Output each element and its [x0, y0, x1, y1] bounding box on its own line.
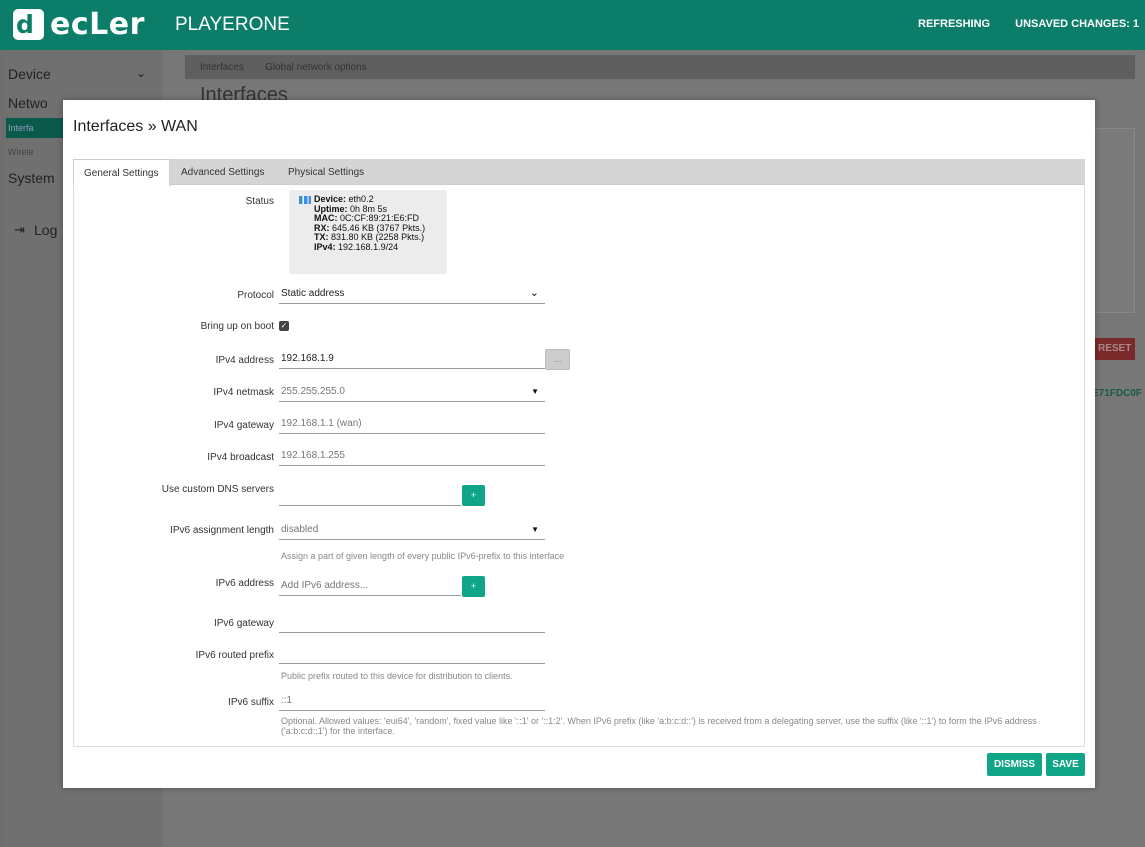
ipv6-gateway-label: IPv6 gateway: [213, 618, 274, 629]
tab-interfaces[interactable]: Interfaces: [200, 62, 244, 73]
sidebar-item-device[interactable]: Device: [8, 66, 51, 82]
tab-advanced-settings[interactable]: Advanced Settings: [171, 159, 274, 185]
status-rx: 645.46 KB (3767 Pkts.): [332, 222, 426, 233]
ipv4-gateway-input[interactable]: 192.168.1.1 (wan): [279, 416, 545, 434]
status-box: Device: eth0.2 Uptime: 0h 8m 5s MAC: 0C:…: [289, 190, 447, 274]
status-uptime: 0h 8m 5s: [350, 203, 388, 214]
ipv4-netmask-value: 255.255.255.0: [281, 386, 345, 397]
protocol-select[interactable]: Static address ⌄: [279, 286, 545, 304]
ipv4-netmask-label: IPv4 netmask: [213, 387, 274, 398]
bg-tabbar: Interfaces Global network options: [185, 55, 1135, 79]
ipv6-address-label: IPv6 address: [215, 578, 274, 589]
chevron-down-icon[interactable]: ⌄: [136, 66, 146, 80]
ipv6-gateway-input[interactable]: [279, 615, 545, 633]
status-rx-label: RX:: [314, 222, 330, 233]
ecler-logo[interactable]: d ecLer: [13, 9, 145, 40]
custom-dns-input[interactable]: [279, 488, 461, 506]
ipv6-assignment-length-label: IPv6 assignment length: [170, 525, 274, 536]
modal-tabbar: General Settings Advanced Settings Physi…: [73, 159, 1085, 186]
protocol-value: Static address: [281, 288, 345, 299]
bring-up-on-boot-checkbox[interactable]: ✓: [279, 321, 289, 331]
ipv6-routed-prefix-description: Public prefix routed to this device for …: [281, 671, 513, 681]
ipv4-broadcast-label: IPv4 broadcast: [207, 452, 274, 463]
logout-icon[interactable]: ⇥: [14, 222, 25, 238]
ipv6-suffix-description: Optional. Allowed values: 'eui64', 'rand…: [281, 716, 1037, 736]
caret-down-icon: ▼: [531, 525, 539, 534]
ethernet-port-icon: [299, 196, 311, 204]
ipv6-routed-prefix-input[interactable]: [279, 646, 545, 664]
status-label: Status: [245, 196, 274, 207]
logo-text: ecLer: [50, 7, 145, 42]
top-bar: d ecLer PLAYERONE REFRESHING UNSAVED CHA…: [0, 0, 1145, 50]
status-tx-label: TX:: [314, 232, 329, 243]
status-mac: 0C:CF:89:21:E6:FD: [340, 213, 420, 224]
status-ipv4: 192.168.1.9/24: [338, 241, 399, 252]
interface-edit-modal: Interfaces » WAN General Settings Advanc…: [63, 100, 1095, 788]
ipv4-address-label: IPv4 address: [215, 355, 274, 366]
ipv6-assignment-length-select[interactable]: disabled ▼: [279, 522, 545, 540]
protocol-label: Protocol: [237, 290, 274, 301]
add-ipv6-address-button[interactable]: +: [462, 576, 485, 597]
tab-global-network-options[interactable]: Global network options: [265, 62, 367, 73]
status-ipv4-label: IPv4:: [314, 241, 336, 252]
general-settings-panel: Status Device: eth0.2 Uptime: 0h 8m 5s M…: [73, 185, 1085, 747]
ipv4-broadcast-input[interactable]: 192.168.1.255: [279, 448, 545, 466]
status-tx: 831.80 KB (2258 Pkts.): [331, 232, 425, 243]
app-title: PLAYERONE: [175, 14, 290, 35]
ipv6-suffix-label: IPv6 suffix: [228, 697, 274, 708]
refreshing-indicator[interactable]: REFRESHING: [918, 18, 990, 30]
ipv6-assignment-length-value: disabled: [281, 524, 319, 535]
status-uptime-label: Uptime:: [314, 203, 348, 214]
bg-hex-text: E71FDC0F: [1092, 388, 1143, 399]
dismiss-button[interactable]: DISMISS: [987, 753, 1042, 776]
tab-physical-settings[interactable]: Physical Settings: [278, 159, 374, 185]
ipv4-netmask-select[interactable]: 255.255.255.0 ▼: [279, 384, 545, 402]
sidebar-item-system[interactable]: System: [8, 170, 55, 186]
custom-dns-label: Use custom DNS servers: [161, 484, 274, 495]
logo-mark-icon: d: [13, 9, 44, 40]
sidebar-item-wireless[interactable]: Wirele: [8, 147, 34, 157]
caret-down-icon: ▼: [531, 387, 539, 396]
status-mac-label: MAC:: [314, 213, 338, 224]
sidebar-item-network[interactable]: Netwo: [8, 95, 48, 111]
ipv4-address-more-button[interactable]: ...: [545, 349, 570, 370]
ipv6-routed-prefix-label: IPv6 routed prefix: [195, 650, 274, 661]
tab-general-settings[interactable]: General Settings: [73, 159, 170, 186]
ipv4-address-input[interactable]: 192.168.1.9: [279, 351, 545, 369]
ipv6-suffix-input[interactable]: ::1: [279, 693, 545, 711]
chevron-down-icon: ⌄: [529, 287, 539, 299]
sidebar-item-logout[interactable]: Log: [34, 222, 57, 238]
save-button[interactable]: SAVE: [1046, 753, 1085, 776]
unsaved-changes-indicator[interactable]: UNSAVED CHANGES: 1: [1015, 18, 1139, 30]
bring-up-on-boot-label: Bring up on boot: [200, 321, 274, 332]
sidebar-item-interfaces[interactable]: Interfa: [8, 123, 34, 133]
add-dns-button[interactable]: +: [462, 485, 485, 506]
modal-title: Interfaces » WAN: [73, 118, 198, 135]
ipv6-assignment-length-description: Assign a part of given length of every p…: [281, 551, 565, 561]
ipv6-address-input[interactable]: Add IPv6 address...: [279, 578, 461, 596]
ipv4-gateway-label: IPv4 gateway: [213, 420, 274, 431]
